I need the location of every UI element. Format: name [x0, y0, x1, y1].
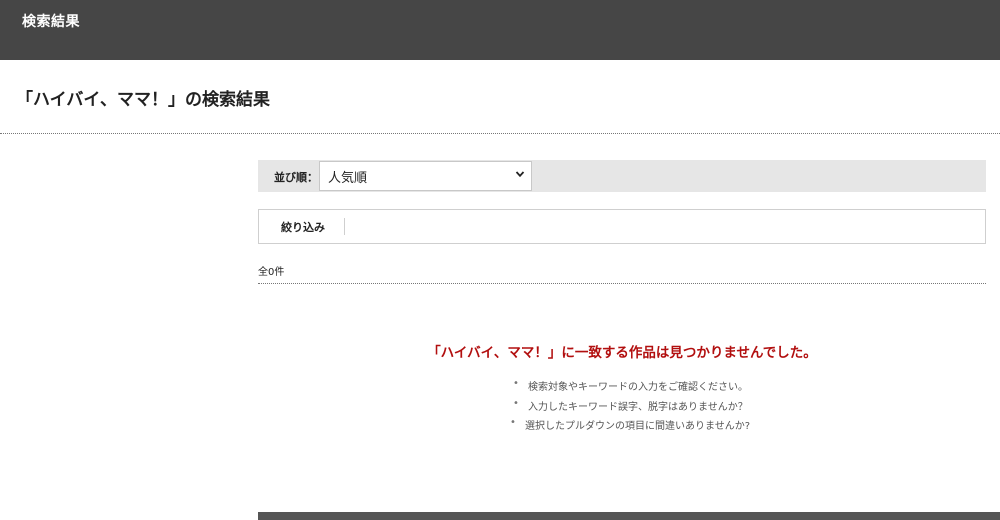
sort-label: 並び順： — [274, 171, 318, 184]
filter-toggle-button[interactable]: 絞り込み — [259, 210, 344, 243]
heading-divider — [0, 133, 1000, 134]
result-count-divider — [258, 283, 986, 284]
sort-bar: 並び順： 人気順 — [258, 160, 986, 192]
sort-order-select[interactable]: 人気順 — [319, 161, 532, 191]
search-hint: 選択したプルダウンの項目に間違いありませんか? — [510, 417, 750, 432]
filter-panel: 絞り込み — [258, 209, 986, 244]
chevron-down-icon — [515, 171, 525, 178]
result-count: 全0件 — [258, 267, 285, 278]
filter-divider — [344, 218, 345, 235]
page-title: 「ハイバイ、ママ！」の検索結果 — [16, 90, 270, 110]
no-result-message: 「ハイバイ、ママ！」に一致する作品は見つかりませんでした。 — [427, 345, 817, 361]
search-hint: 検索対象やキーワードの入力をご確認ください。 — [513, 378, 748, 393]
search-hint: 入力したキーワード誤字、脱字はありませんか？ — [513, 398, 748, 413]
sort-selected-value: 人気順 — [328, 171, 368, 186]
header-title: 検索結果 — [22, 14, 80, 30]
top-header-bar: 検索結果 — [0, 0, 1000, 60]
filter-label: 絞り込み — [281, 221, 325, 234]
footer-bar — [258, 512, 1000, 520]
